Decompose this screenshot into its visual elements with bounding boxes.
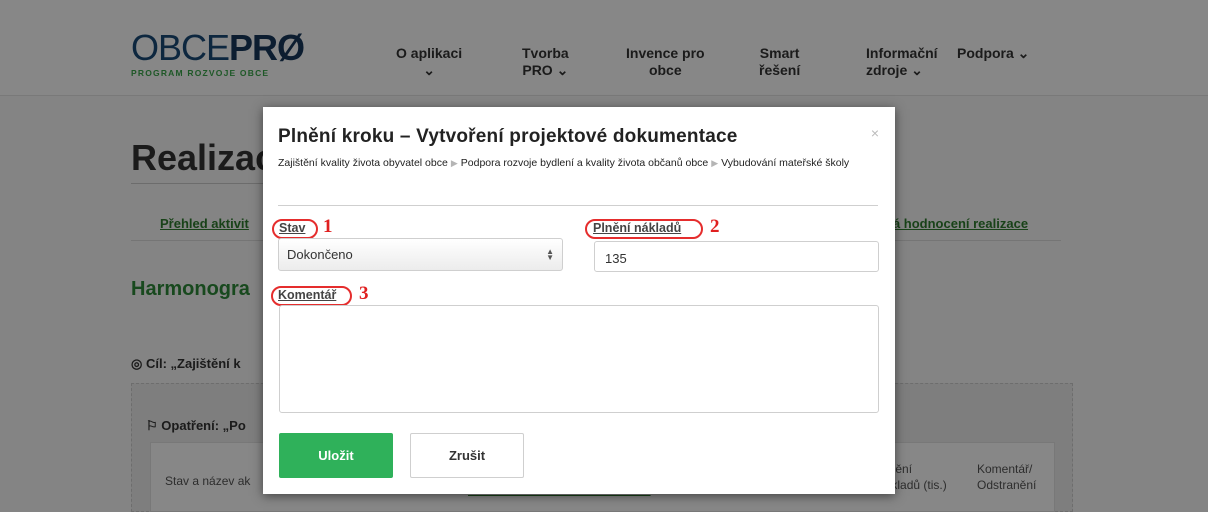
breadcrumb: Zajištění kvality života obyvatel obce ▶ P… [278, 154, 888, 172]
cancel-button[interactable]: Zrušit [410, 433, 524, 478]
plneni-nakladu-input[interactable]: 135 [594, 241, 879, 272]
annotation-number-3: 3 [359, 283, 369, 304]
annotation-number-1: 1 [323, 216, 333, 237]
annotation-ellipse-1 [272, 219, 318, 239]
select-arrows-icon: ▲ ▼ [546, 247, 554, 262]
breadcrumb-arrow-icon: ▶ [450, 158, 458, 168]
breadcrumb-arrow-icon: ▶ [711, 158, 719, 168]
dialog-title: Plnění kroku – Vytvoření projektové doku… [278, 126, 738, 147]
stav-selected-value: Dokončeno [287, 247, 353, 262]
annotation-ellipse-3 [271, 286, 352, 306]
close-icon[interactable]: × [871, 125, 879, 141]
breadcrumb-item: Zajištění kvality života obyvatel obce [278, 157, 448, 169]
step-fulfillment-dialog: Plnění kroku – Vytvoření projektové doku… [263, 107, 895, 494]
annotation-number-2: 2 [710, 216, 720, 237]
breadcrumb-item: Vybudování mateřské školy [721, 157, 850, 169]
annotation-ellipse-2 [585, 219, 703, 239]
komentar-textarea[interactable] [279, 305, 879, 413]
stav-select[interactable]: Dokončeno ▲ ▼ [278, 238, 563, 271]
breadcrumb-item: Podpora rozvoje bydlení a kvality života… [460, 157, 709, 169]
save-button[interactable]: Uložit [279, 433, 393, 478]
dialog-divider [278, 205, 878, 206]
